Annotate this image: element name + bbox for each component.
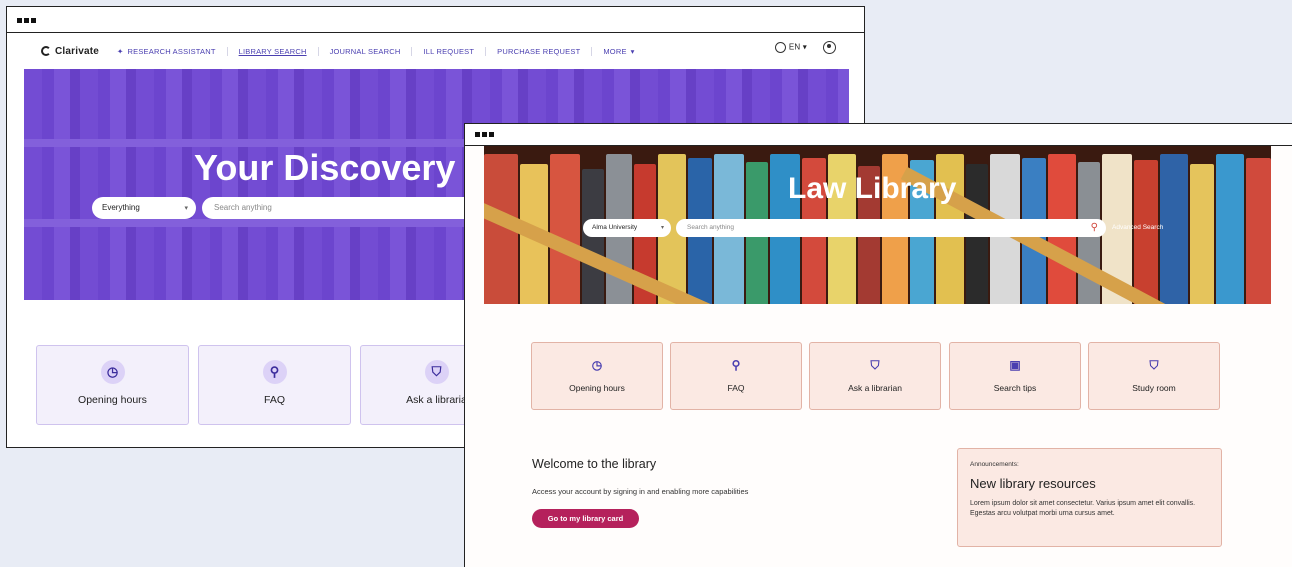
globe-icon	[774, 42, 786, 53]
welcome-text: Access your account by signing in and en…	[532, 487, 749, 496]
library-card-button[interactable]: Go to my library card	[532, 509, 639, 528]
card-label: FAQ	[727, 383, 745, 393]
law-library-window: Law Library Alma University ▾ Search any…	[464, 123, 1292, 567]
card-study-room[interactable]: ⛉ Study room	[1088, 342, 1220, 410]
card-label: Search tips	[993, 383, 1037, 393]
advanced-search-link[interactable]: Advanced Search	[1112, 224, 1163, 231]
book-decoration	[1160, 154, 1188, 304]
book-decoration	[1190, 164, 1214, 304]
book-decoration	[1134, 160, 1158, 304]
card-label: Opening hours	[78, 394, 147, 406]
nav-label: MORE	[603, 46, 627, 56]
card-search-tips[interactable]: ▣ Search tips	[949, 342, 1081, 410]
book-decoration	[1216, 154, 1244, 304]
card-label: Opening hours	[569, 383, 625, 393]
nav-library-search[interactable]: LIBRARY SEARCH	[226, 46, 318, 56]
card-label: FAQ	[263, 394, 285, 406]
top-nav: Clarivate ✦ RESEARCH ASSISTANT LIBRARY S…	[7, 33, 864, 69]
nav-label: JOURNAL SEARCH	[329, 46, 401, 56]
chevron-down-icon: ▾	[184, 205, 188, 212]
nav-label: ILL REQUEST	[423, 46, 475, 56]
hero-title: Your Discovery	[194, 147, 456, 188]
search-icon: ⚲	[262, 360, 287, 384]
nav-label: RESEARCH ASSISTANT	[127, 46, 216, 56]
nav-journal-search[interactable]: JOURNAL SEARCH	[317, 46, 412, 56]
book-decoration	[1246, 158, 1271, 304]
search-input[interactable]: Search anything	[202, 197, 502, 219]
announcements-title: New library resources	[970, 476, 1096, 491]
librarian-icon: ⛉	[424, 360, 449, 384]
search-icon[interactable]: ⚲	[1091, 222, 1098, 233]
hero-banner: Law Library Alma University ▾ Search any…	[484, 146, 1271, 304]
nav-more[interactable]: MORE ▾	[591, 46, 645, 56]
language-switcher[interactable]: EN ▾	[774, 42, 807, 53]
chevron-down-icon: ▾	[660, 225, 664, 231]
announcements-label: Announcements:	[970, 461, 1019, 468]
card-faq[interactable]: ⚲ FAQ	[670, 342, 802, 410]
clock-icon: ◷	[100, 360, 125, 384]
scope-select-value: Everything	[102, 203, 140, 212]
search-placeholder: Search anything	[687, 224, 734, 231]
search-icon: ⚲	[731, 358, 741, 372]
chevron-down-icon: ▾	[630, 46, 635, 56]
nav-ill-request[interactable]: ILL REQUEST	[411, 46, 485, 56]
nav-label: LIBRARY SEARCH	[238, 46, 307, 56]
sparkle-icon: ✦	[117, 46, 124, 56]
study-room-icon: ⛉	[1149, 357, 1159, 372]
card-label: Ask a librarian	[848, 383, 902, 393]
nav-purchase-request[interactable]: PURCHASE REQUEST	[485, 46, 591, 56]
window-title-bar	[7, 7, 864, 33]
card-ask-librarian[interactable]: ⛉ Ask a librarian	[809, 342, 941, 410]
nav-research-assistant[interactable]: ✦ RESEARCH ASSISTANT	[113, 47, 227, 56]
brand-name: Clarivate	[55, 45, 100, 57]
window-dots-icon	[475, 132, 494, 137]
window-title-bar	[465, 124, 1292, 146]
scope-select[interactable]: Alma University ▾	[583, 219, 671, 237]
laptop-search-icon: ▣	[1009, 358, 1021, 372]
brand-logo[interactable]: Clarivate	[41, 46, 99, 57]
chevron-down-icon: ▾	[802, 42, 807, 52]
clock-icon: ◷	[591, 358, 603, 372]
clarivate-logo-icon	[41, 46, 51, 56]
librarian-icon: ⛉	[870, 357, 880, 372]
nav-right: EN ▾	[774, 41, 836, 54]
welcome-title: Welcome to the library	[532, 457, 657, 471]
window-dots-icon	[17, 18, 36, 23]
hero-title: Law Library	[788, 172, 957, 205]
card-opening-hours[interactable]: ◷ Opening hours	[36, 345, 189, 425]
card-label: Study room	[1132, 383, 1176, 393]
card-opening-hours[interactable]: ◷ Opening hours	[531, 342, 663, 410]
announcements-body: Lorem ipsum dolor sit amet consectetur. …	[970, 500, 1196, 517]
search-input[interactable]: Search anything ⚲	[676, 219, 1106, 237]
announcements-panel: Announcements: New library resources Lor…	[957, 448, 1222, 547]
card-faq[interactable]: ⚲ FAQ	[198, 345, 351, 425]
book-decoration	[550, 154, 580, 304]
nav-label: PURCHASE REQUEST	[497, 46, 581, 56]
scope-select-value: Alma University	[592, 224, 638, 231]
language-label: EN	[788, 42, 801, 52]
scope-select[interactable]: Everything ▾	[92, 197, 196, 219]
user-account-icon[interactable]	[823, 41, 836, 54]
